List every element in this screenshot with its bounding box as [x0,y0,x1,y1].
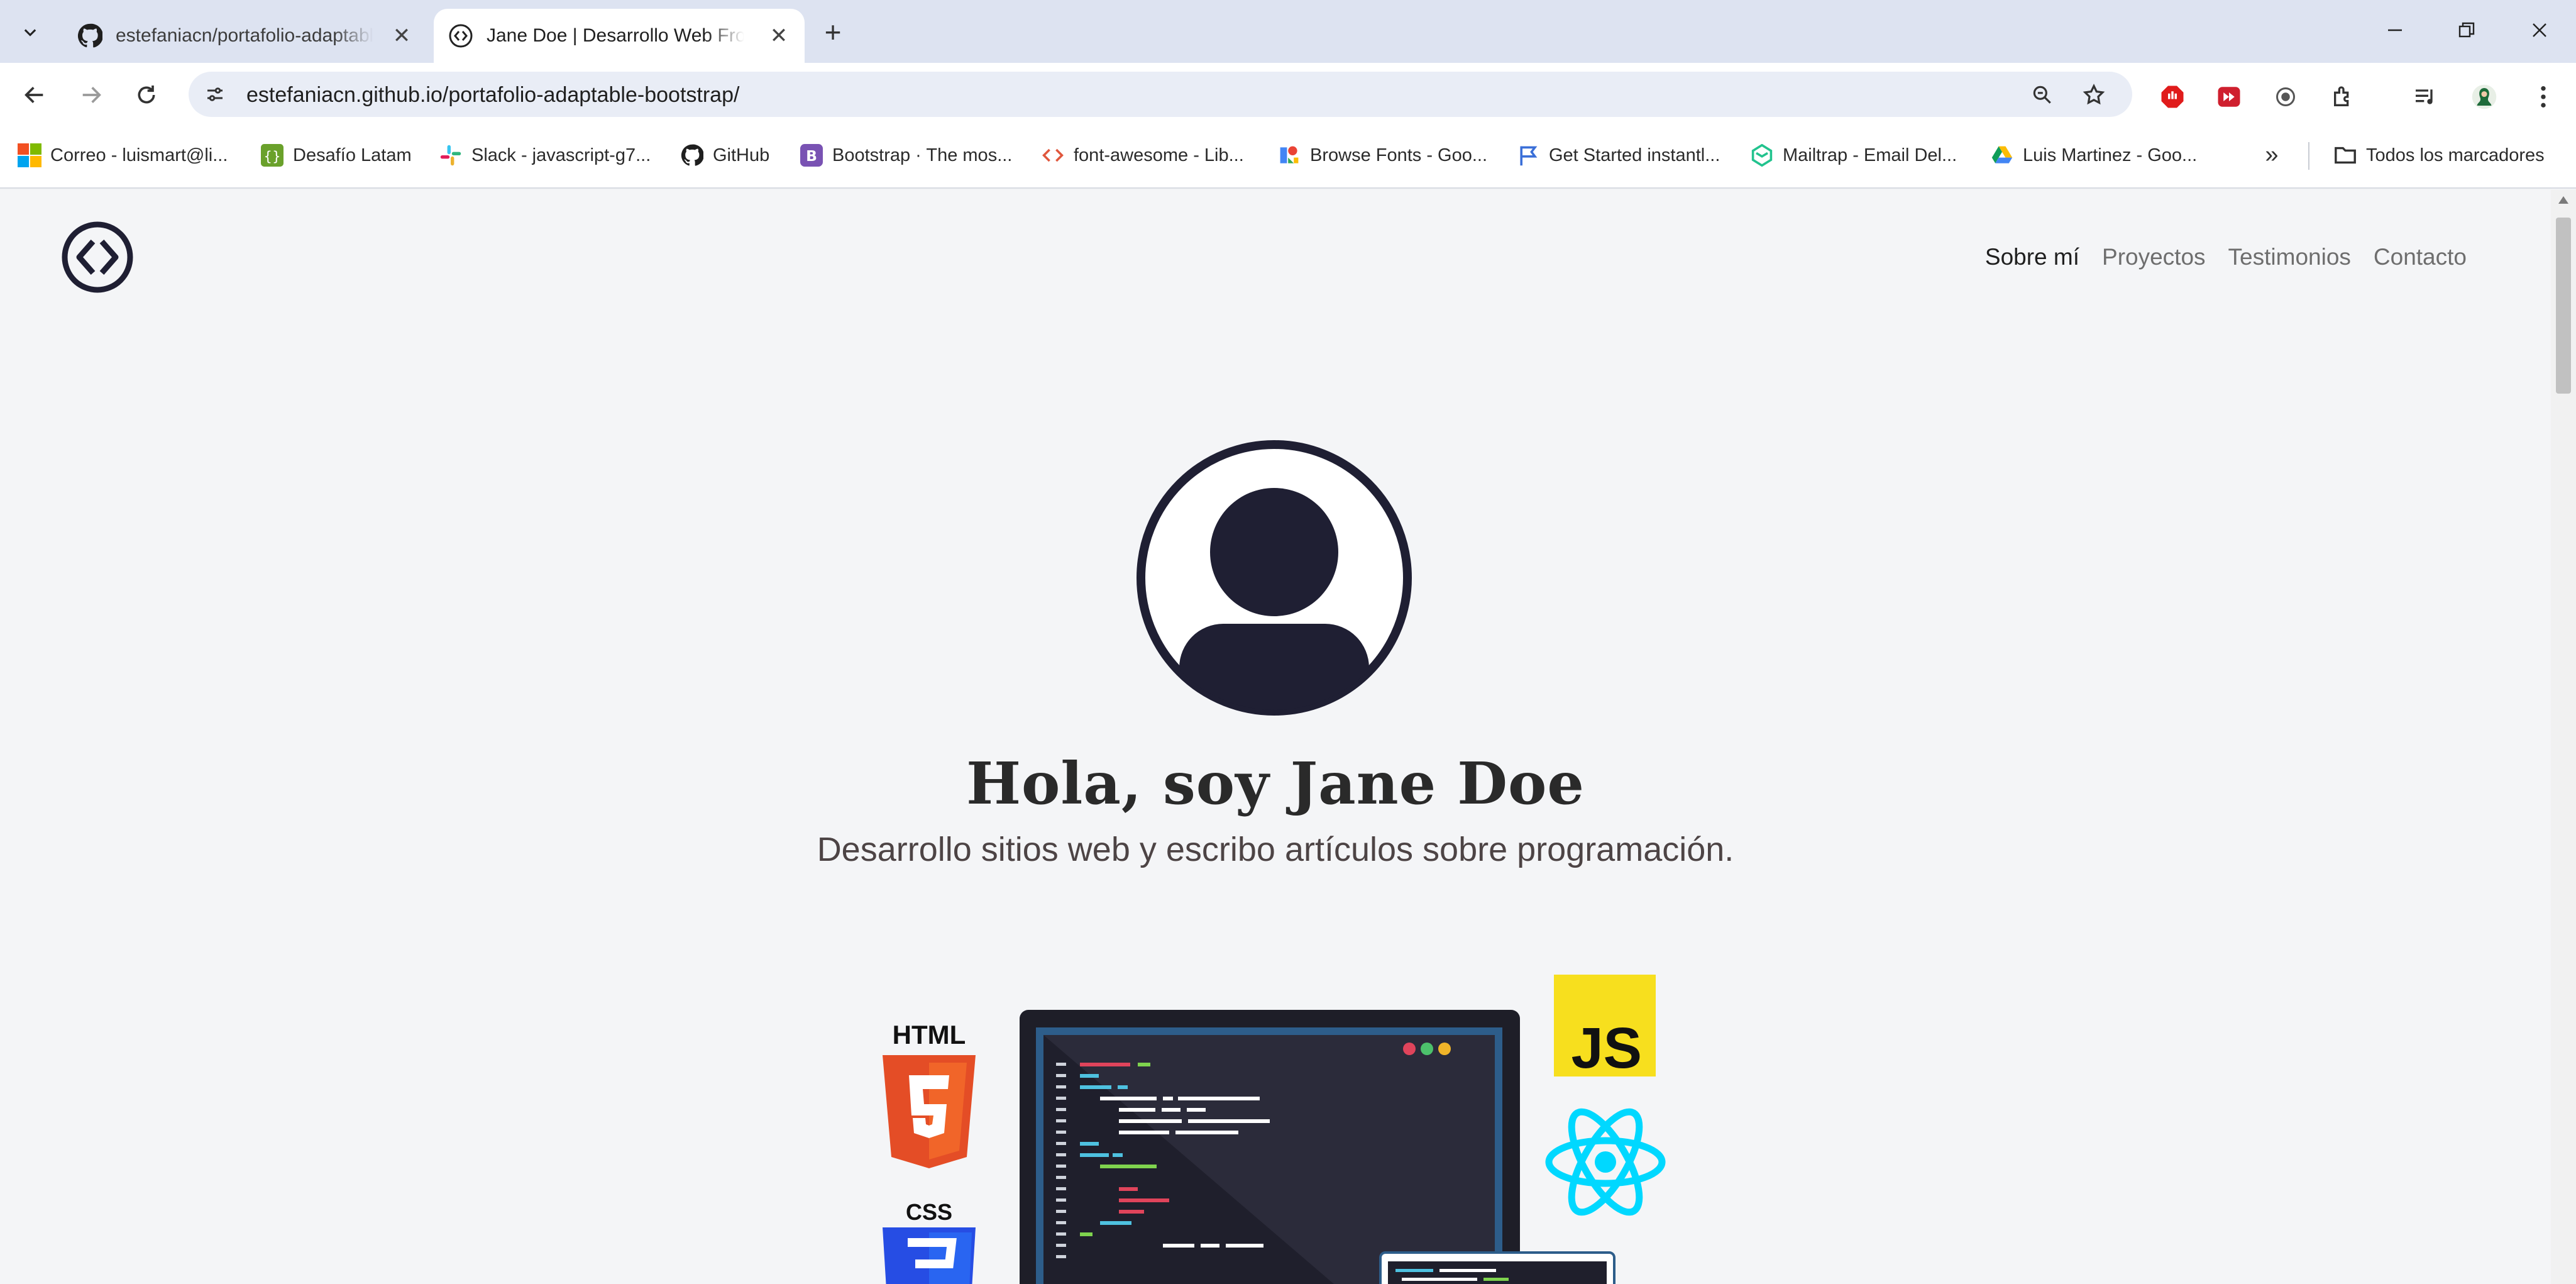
svg-text:B: B [806,147,817,165]
window-close-icon[interactable] [2514,13,2565,48]
svg-text:CSS: CSS [906,1199,952,1225]
svg-text:HTML: HTML [893,1020,966,1049]
nav-link-testimonios[interactable]: Testimonios [2228,244,2351,270]
bookmarks-bar: Correo - luismart@li... {} Desafío Latam… [0,126,2576,189]
bookmark-font-awesome[interactable]: font-awesome - Lib... [1041,140,1244,171]
new-tab-button[interactable]: + [817,16,849,48]
bookmark-mailtrap[interactable]: Mailtrap - Email Del... [1750,140,1957,171]
nav-link-contacto[interactable]: Contacto [2374,244,2467,270]
arrow-left-icon [25,87,43,103]
desafio-latam-icon: {} [260,143,284,167]
reload-icon [138,86,155,104]
bookmark-correo[interactable]: Correo - luismart@li... [18,140,228,171]
bookmarks-divider [2308,142,2309,170]
hero-title: Hola, soy Jane Doe [966,750,1585,817]
nav-link-proyectos[interactable]: Proyectos [2102,244,2206,270]
adblock-icon[interactable] [2159,83,2186,111]
profile-avatar-icon[interactable] [2470,83,2498,111]
github-icon [680,143,704,167]
github-icon [77,23,103,49]
google-fonts-icon [1277,143,1301,167]
video-speed-icon[interactable] [2215,83,2243,111]
chevron-down-icon [24,29,36,36]
bookmark-slack[interactable]: Slack - javascript-g7... [439,140,651,171]
close-icon[interactable]: ✕ [390,24,414,48]
nav-link-sobre-mi[interactable]: Sobre mí [1985,244,2079,270]
bookmark-desafio-latam[interactable]: {} Desafío Latam [260,140,412,171]
menu-dots-icon[interactable] [2529,83,2557,111]
svg-text:JS: JS [1571,1016,1642,1080]
bookmarks-overflow-button[interactable]: » [2258,141,2286,169]
css3-logo-icon: CSS [883,1199,976,1284]
media-control-icon[interactable] [2411,83,2439,111]
page-viewport: Sobre mí Proyectos Testimonios Contacto … [0,190,2551,1284]
bookmark-google-drive[interactable]: Luis Martinez - Goo... [1990,140,2197,171]
google-drive-icon [1990,143,2014,167]
browser-toolbar: estefaniacn.github.io/portafolio-adaptab… [0,63,2576,126]
laptop-screen-icon [1020,1010,1520,1284]
url-text[interactable]: estefaniacn.github.io/portafolio-adaptab… [246,83,739,108]
close-icon[interactable]: ✕ [767,24,791,48]
html5-logo-icon: HTML [883,1020,976,1168]
star-icon[interactable] [2079,80,2108,109]
site-logo-icon[interactable] [60,220,135,294]
tab-title: estefaniacn/portafolio-adaptable-bootstr… [116,25,373,46]
page-scrollbar[interactable] [2551,190,2576,1284]
javascript-logo-icon: JS [1554,975,1656,1080]
folder-icon [2333,143,2357,167]
minimize-icon[interactable] [2370,13,2420,48]
site-info-icon[interactable] [201,80,229,108]
zoom-icon[interactable] [2028,80,2057,109]
tab-search-button[interactable] [14,18,47,47]
address-bar[interactable]: estefaniacn.github.io/portafolio-adaptab… [189,72,2132,117]
hero-subtitle: Desarrollo sitios web y escribo artículo… [817,831,1734,868]
bookmark-google-fonts[interactable]: Browse Fonts - Goo... [1277,140,1487,171]
bookmark-get-started[interactable]: Get Started instantl... [1516,140,1720,171]
svg-text:{}: {} [263,149,280,165]
all-bookmarks-button[interactable]: Todos los marcadores [2333,140,2545,171]
dev-illustration: HTML CSS JS [883,975,1666,1284]
flag-icon [1516,143,1540,167]
arrow-right-icon [82,87,101,103]
microsoft-icon [18,143,41,167]
react-logo-icon [1545,1108,1666,1216]
slack-icon [439,143,463,167]
tab-strip: estefaniacn/portafolio-adaptable-bootstr… [0,0,2576,63]
reload-button[interactable] [129,78,163,112]
forward-button[interactable] [74,78,108,112]
code-icon [1041,143,1065,167]
back-button[interactable] [18,78,52,112]
site-nav: Sobre mí Proyectos Testimonios Contacto [1985,244,2467,270]
restore-icon[interactable] [2441,13,2492,48]
browser-tab-portfolio[interactable]: Jane Doe | Desarrollo Web Front-End ✕ [434,9,805,63]
profile-avatar [1137,440,1412,716]
scrollbar-thumb[interactable] [2556,218,2571,394]
scroll-up-arrow-icon[interactable] [2558,196,2568,204]
code-brackets-icon [448,23,474,49]
tab-title: Jane Doe | Desarrollo Web Front-End [487,25,744,46]
bookmark-bootstrap[interactable]: B Bootstrap · The mos... [800,140,1012,171]
extensions-icon[interactable] [2330,83,2357,111]
small-editor-icon [1379,1251,1616,1284]
bootstrap-icon: B [800,143,823,167]
mailtrap-icon [1750,143,1774,167]
bookmark-github[interactable]: GitHub [680,140,769,171]
record-icon[interactable] [2272,83,2299,111]
browser-tab-github[interactable]: estefaniacn/portafolio-adaptable-bootstr… [63,9,427,63]
